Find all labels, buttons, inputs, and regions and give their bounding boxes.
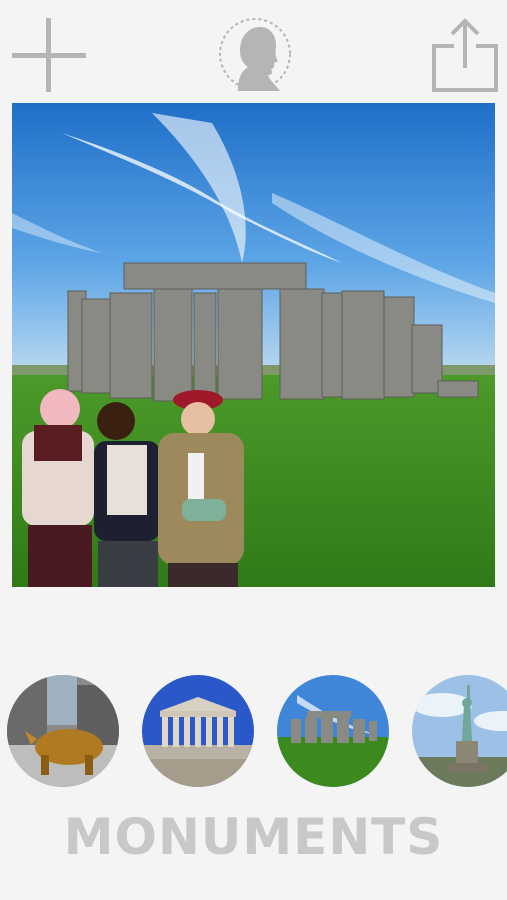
share-icon[interactable]	[430, 16, 500, 94]
three-people-cutout[interactable]	[22, 389, 244, 587]
stonehenge-icon	[277, 675, 389, 787]
monument-thumbnail-strip	[0, 672, 507, 790]
statue-of-liberty-icon	[412, 675, 507, 787]
thumbnail-statue-of-liberty[interactable]	[412, 675, 507, 787]
silhouette-profile-icon[interactable]	[218, 17, 292, 91]
thumbnail-parthenon[interactable]	[142, 675, 254, 787]
photo-canvas[interactable]	[12, 103, 495, 587]
plus-icon[interactable]	[12, 18, 86, 92]
thumbnail-wall-street-bull[interactable]	[7, 675, 119, 787]
category-label: MONUMENTS	[63, 808, 444, 866]
stonehenge-background	[12, 103, 495, 587]
thumbnail-stonehenge[interactable]	[277, 675, 389, 787]
top-toolbar	[0, 0, 507, 100]
parthenon-icon	[142, 675, 254, 787]
charging-bull-icon	[7, 675, 119, 787]
